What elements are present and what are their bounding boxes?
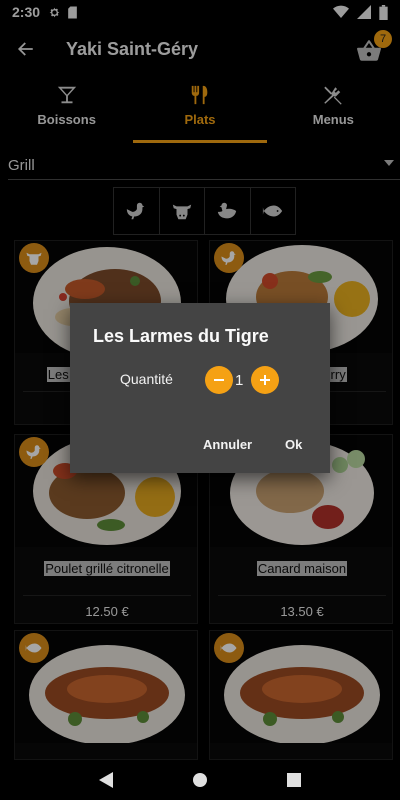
quantity-dialog: Les Larmes du Tigre Quantité 1 Annuler O… (70, 303, 330, 473)
quantity-label: Quantité (120, 371, 173, 387)
minus-icon (214, 379, 224, 381)
decrease-quantity-button[interactable] (205, 366, 233, 394)
back-triangle-icon[interactable] (99, 772, 114, 788)
cancel-button[interactable]: Annuler (203, 437, 252, 452)
recents-square-icon[interactable] (286, 773, 301, 787)
increase-quantity-button[interactable] (251, 366, 279, 394)
quantity-value: 1 (235, 372, 244, 389)
system-nav-bar (0, 760, 400, 800)
ok-button[interactable]: Ok (285, 437, 302, 452)
dialog-title: Les Larmes du Tigre (93, 326, 269, 346)
plus-icon (260, 375, 270, 385)
home-circle-icon[interactable] (192, 772, 208, 788)
